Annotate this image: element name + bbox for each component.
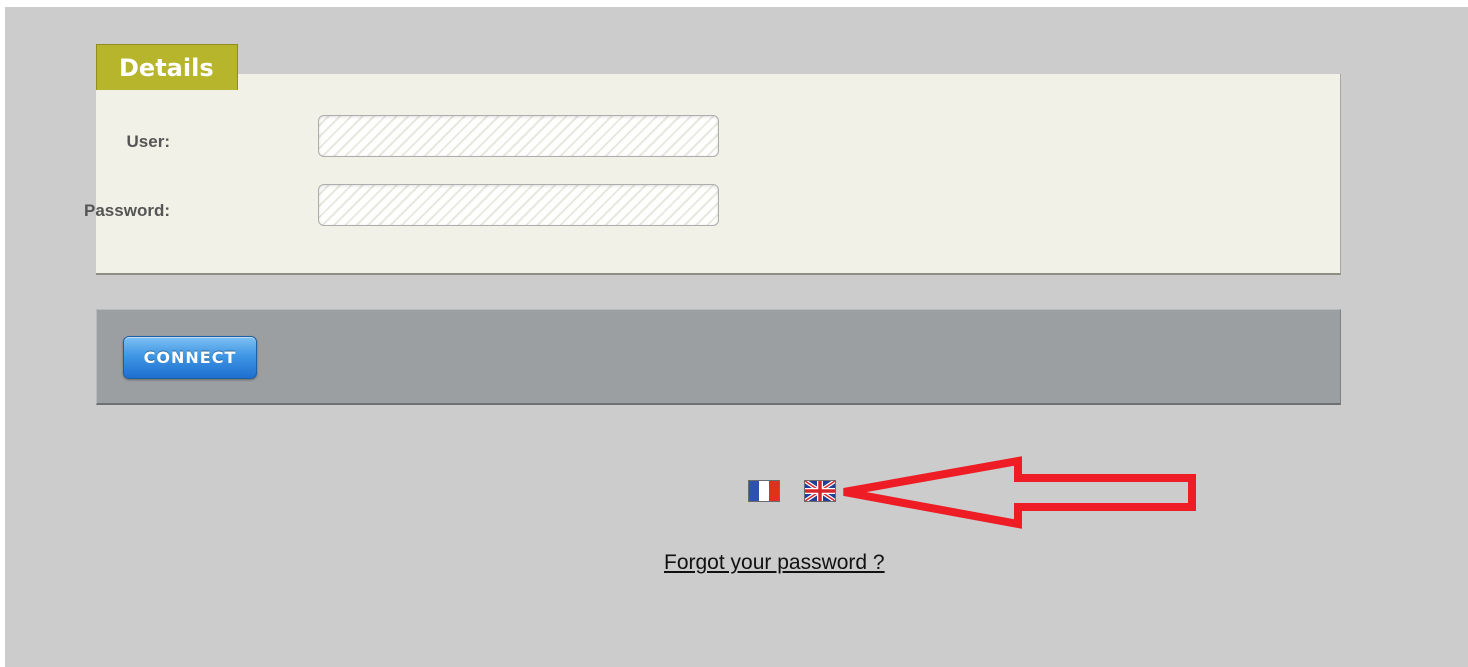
details-panel: User: Password: bbox=[84, 74, 1341, 275]
connect-button[interactable]: CONNECT bbox=[123, 336, 257, 379]
forgot-password-link[interactable]: Forgot your password ? bbox=[664, 551, 885, 575]
flag-stripe-white bbox=[759, 481, 769, 501]
user-label: User: bbox=[126, 132, 170, 151]
password-input[interactable] bbox=[318, 184, 719, 226]
uk-flag-graphic bbox=[805, 481, 835, 501]
arrow-left-icon bbox=[843, 456, 1196, 529]
flag-stripe-blue bbox=[749, 481, 759, 501]
uk-flag-icon[interactable] bbox=[804, 480, 836, 502]
flag-stripe-red bbox=[769, 481, 779, 501]
action-bar: CONNECT bbox=[96, 309, 1341, 405]
user-input[interactable] bbox=[318, 115, 719, 157]
details-tab-title: Details bbox=[96, 44, 238, 90]
password-label: Password: bbox=[84, 201, 170, 220]
french-flag-icon[interactable] bbox=[748, 480, 780, 502]
